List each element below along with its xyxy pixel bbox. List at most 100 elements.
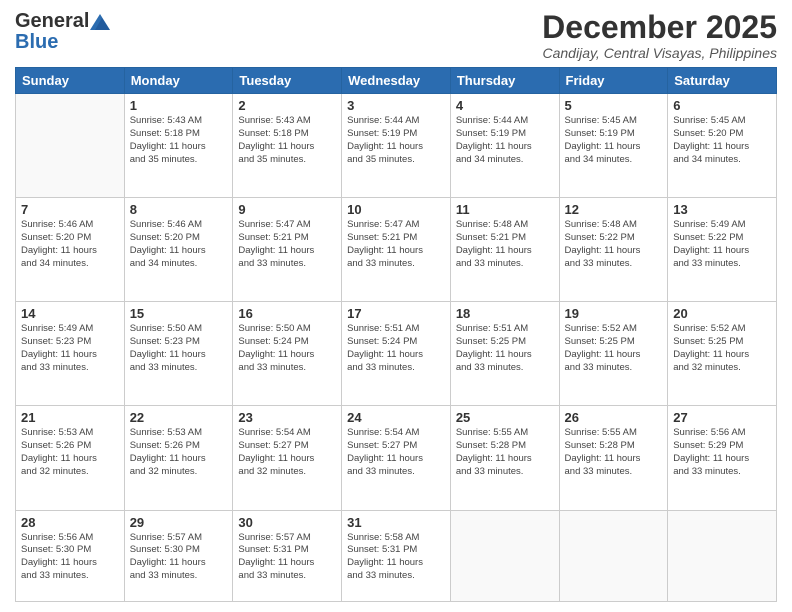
calendar-week-row: 7 Sunrise: 5:46 AMSunset: 5:20 PMDaylight… [16, 198, 777, 302]
day-number: 22 [130, 410, 228, 425]
day-number: 30 [238, 515, 336, 530]
day-number: 20 [673, 306, 771, 321]
table-row [16, 94, 125, 198]
calendar-week-row: 14 Sunrise: 5:49 AMSunset: 5:23 PMDayligh… [16, 302, 777, 406]
table-row: 27 Sunrise: 5:56 AMSunset: 5:29 PMDayligh… [668, 406, 777, 510]
table-row: 14 Sunrise: 5:49 AMSunset: 5:23 PMDayligh… [16, 302, 125, 406]
day-info: Sunrise: 5:55 AMSunset: 5:28 PMDaylight:… [565, 427, 663, 478]
day-number: 10 [347, 202, 445, 217]
day-number: 26 [565, 410, 663, 425]
table-row: 23 Sunrise: 5:54 AMSunset: 5:27 PMDayligh… [233, 406, 342, 510]
day-info: Sunrise: 5:51 AMSunset: 5:24 PMDaylight:… [347, 323, 445, 374]
table-row: 30 Sunrise: 5:57 AMSunset: 5:31 PMDayligh… [233, 510, 342, 601]
col-tuesday: Tuesday [233, 68, 342, 94]
day-number: 18 [456, 306, 554, 321]
day-number: 16 [238, 306, 336, 321]
day-number: 6 [673, 98, 771, 113]
calendar-table: Sunday Monday Tuesday Wednesday Thursday… [15, 67, 777, 602]
table-row: 29 Sunrise: 5:57 AMSunset: 5:30 PMDayligh… [124, 510, 233, 601]
day-info: Sunrise: 5:44 AMSunset: 5:19 PMDaylight:… [456, 115, 554, 166]
day-number: 29 [130, 515, 228, 530]
day-info: Sunrise: 5:58 AMSunset: 5:31 PMDaylight:… [347, 532, 445, 583]
day-info: Sunrise: 5:48 AMSunset: 5:21 PMDaylight:… [456, 219, 554, 270]
table-row: 28 Sunrise: 5:56 AMSunset: 5:30 PMDayligh… [16, 510, 125, 601]
day-number: 4 [456, 98, 554, 113]
day-info: Sunrise: 5:56 AMSunset: 5:29 PMDaylight:… [673, 427, 771, 478]
day-number: 5 [565, 98, 663, 113]
calendar-week-row: 28 Sunrise: 5:56 AMSunset: 5:30 PMDayligh… [16, 510, 777, 601]
day-number: 24 [347, 410, 445, 425]
table-row: 8 Sunrise: 5:46 AMSunset: 5:20 PMDaylight… [124, 198, 233, 302]
day-number: 11 [456, 202, 554, 217]
day-info: Sunrise: 5:45 AMSunset: 5:19 PMDaylight:… [565, 115, 663, 166]
day-number: 7 [21, 202, 119, 217]
table-row: 17 Sunrise: 5:51 AMSunset: 5:24 PMDayligh… [342, 302, 451, 406]
table-row: 15Sunrise: 5:50 AMSunset: 5:23 PMDayligh… [124, 302, 233, 406]
day-number: 17 [347, 306, 445, 321]
calendar-week-row: 1 Sunrise: 5:43 AMSunset: 5:18 PMDaylight… [16, 94, 777, 198]
day-info: Sunrise: 5:54 AMSunset: 5:27 PMDaylight:… [347, 427, 445, 478]
table-row: 3 Sunrise: 5:44 AMSunset: 5:19 PMDaylight… [342, 94, 451, 198]
day-info: Sunrise: 5:57 AMSunset: 5:30 PMDaylight:… [130, 532, 228, 583]
day-number: 9 [238, 202, 336, 217]
table-row [559, 510, 668, 601]
day-info: Sunrise: 5:53 AMSunset: 5:26 PMDaylight:… [130, 427, 228, 478]
col-saturday: Saturday [668, 68, 777, 94]
day-number: 12 [565, 202, 663, 217]
day-info: Sunrise: 5:54 AMSunset: 5:27 PMDaylight:… [238, 427, 336, 478]
table-row [668, 510, 777, 601]
logo-blue: Blue [15, 33, 58, 51]
day-info: Sunrise: 5:46 AMSunset: 5:20 PMDaylight:… [21, 219, 119, 270]
day-number: 3 [347, 98, 445, 113]
col-wednesday: Wednesday [342, 68, 451, 94]
day-info: Sunrise: 5:44 AMSunset: 5:19 PMDaylight:… [347, 115, 445, 166]
day-info: Sunrise: 5:49 AMSunset: 5:23 PMDaylight:… [21, 323, 119, 374]
table-row: 31Sunrise: 5:58 AMSunset: 5:31 PMDayligh… [342, 510, 451, 601]
col-sunday: Sunday [16, 68, 125, 94]
day-number: 2 [238, 98, 336, 113]
table-row: 5 Sunrise: 5:45 AMSunset: 5:19 PMDaylight… [559, 94, 668, 198]
col-friday: Friday [559, 68, 668, 94]
day-info: Sunrise: 5:55 AMSunset: 5:28 PMDaylight:… [456, 427, 554, 478]
month-title: December 2025 [542, 10, 777, 45]
day-number: 23 [238, 410, 336, 425]
table-row: 9 Sunrise: 5:47 AMSunset: 5:21 PMDaylight… [233, 198, 342, 302]
table-row: 16 Sunrise: 5:50 AMSunset: 5:24 PMDayligh… [233, 302, 342, 406]
table-row: 19Sunrise: 5:52 AMSunset: 5:25 PMDayligh… [559, 302, 668, 406]
table-row: 18Sunrise: 5:51 AMSunset: 5:25 PMDayligh… [450, 302, 559, 406]
day-number: 8 [130, 202, 228, 217]
day-number: 28 [21, 515, 119, 530]
day-info: Sunrise: 5:50 AMSunset: 5:23 PMDaylight:… [130, 323, 228, 374]
table-row: 21Sunrise: 5:53 AMSunset: 5:26 PMDayligh… [16, 406, 125, 510]
day-info: Sunrise: 5:43 AMSunset: 5:18 PMDaylight:… [238, 115, 336, 166]
day-number: 1 [130, 98, 228, 113]
table-row [450, 510, 559, 601]
day-info: Sunrise: 5:57 AMSunset: 5:31 PMDaylight:… [238, 532, 336, 583]
table-row: 2 Sunrise: 5:43 AMSunset: 5:18 PMDaylight… [233, 94, 342, 198]
location: Candijay, Central Visayas, Philippines [542, 45, 777, 61]
col-monday: Monday [124, 68, 233, 94]
day-info: Sunrise: 5:50 AMSunset: 5:24 PMDaylight:… [238, 323, 336, 374]
day-info: Sunrise: 5:45 AMSunset: 5:20 PMDaylight:… [673, 115, 771, 166]
day-number: 13 [673, 202, 771, 217]
table-row: 11 Sunrise: 5:48 AMSunset: 5:21 PMDayligh… [450, 198, 559, 302]
table-row: 1Sunrise: 5:43 AMSunset: 5:18 PMDaylight… [124, 94, 233, 198]
table-row: 4 Sunrise: 5:44 AMSunset: 5:19 PMDaylight… [450, 94, 559, 198]
day-number: 19 [565, 306, 663, 321]
day-number: 27 [673, 410, 771, 425]
table-row: 12Sunrise: 5:48 AMSunset: 5:22 PMDayligh… [559, 198, 668, 302]
table-row: 22 Sunrise: 5:53 AMSunset: 5:26 PMDayligh… [124, 406, 233, 510]
day-info: Sunrise: 5:46 AMSunset: 5:20 PMDaylight:… [130, 219, 228, 270]
day-number: 21 [21, 410, 119, 425]
title-block: December 2025 Candijay, Central Visayas,… [542, 10, 777, 61]
day-info: Sunrise: 5:49 AMSunset: 5:22 PMDaylight:… [673, 219, 771, 270]
table-row: 13 Sunrise: 5:49 AMSunset: 5:22 PMDayligh… [668, 198, 777, 302]
day-info: Sunrise: 5:47 AMSunset: 5:21 PMDaylight:… [238, 219, 336, 270]
day-number: 25 [456, 410, 554, 425]
day-info: Sunrise: 5:56 AMSunset: 5:30 PMDaylight:… [21, 532, 119, 583]
logo-general: General [15, 10, 89, 33]
logo-icon [90, 14, 110, 30]
table-row: 26 Sunrise: 5:55 AMSunset: 5:28 PMDayligh… [559, 406, 668, 510]
calendar-header-row: Sunday Monday Tuesday Wednesday Thursday… [16, 68, 777, 94]
day-number: 14 [21, 306, 119, 321]
